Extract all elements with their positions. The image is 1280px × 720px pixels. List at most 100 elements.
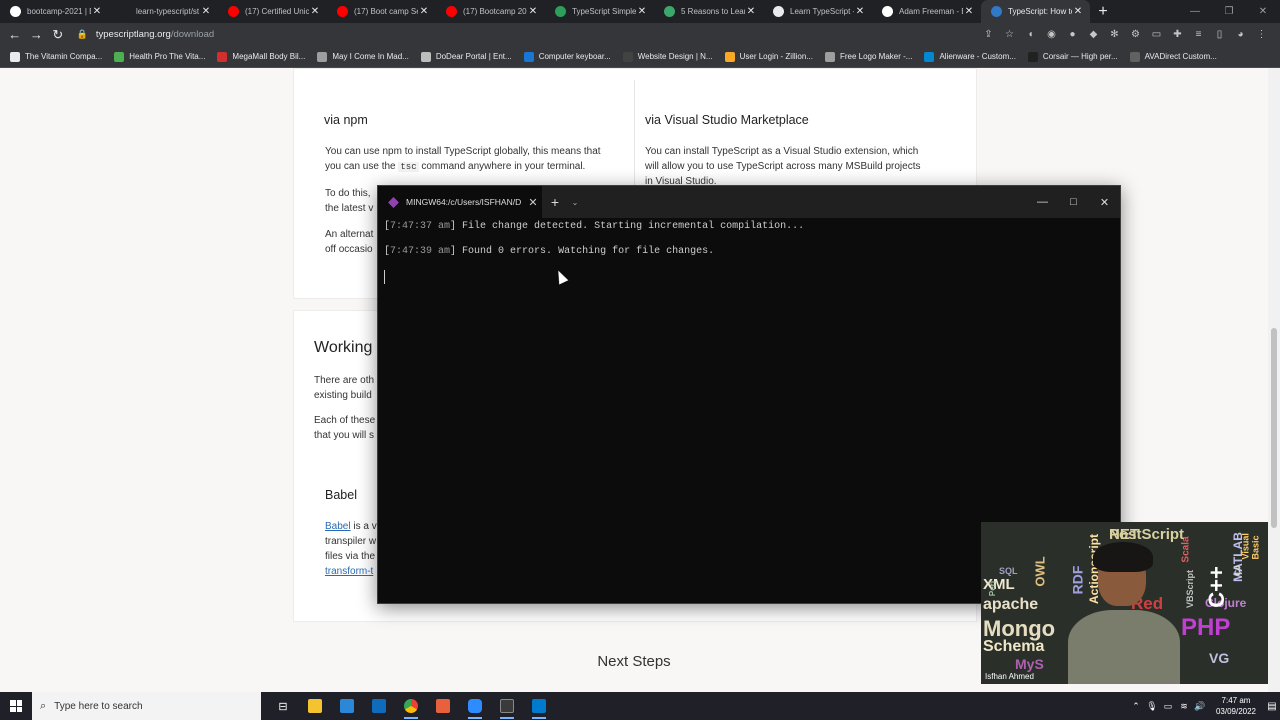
browser-tab[interactable]: (17) Bootcamp 20: ✕ bbox=[436, 0, 545, 23]
task-view-icon[interactable]: ⊟ bbox=[267, 692, 299, 720]
browser-tab[interactable]: Learn TypeScript - ✕ bbox=[763, 0, 872, 23]
npm-text-3: To do this, bbox=[325, 188, 371, 199]
working-text-1: There are oth bbox=[314, 375, 375, 386]
star-icon[interactable]: ☆ bbox=[999, 29, 1020, 40]
working-text-4: that you will s bbox=[314, 430, 375, 441]
notification-icon[interactable]: ▤ bbox=[1264, 701, 1280, 712]
share-icon[interactable]: ⇪ bbox=[978, 29, 999, 40]
camera-icon[interactable]: ◉ bbox=[1041, 29, 1062, 40]
close-tab-icon[interactable]: ✕ bbox=[418, 6, 430, 17]
url-host: typescriptlang.org bbox=[95, 29, 171, 40]
browser-tab[interactable]: Adam Freeman - E ✕ bbox=[872, 0, 981, 23]
bookmark-item[interactable]: The Vitamin Compa... bbox=[10, 51, 103, 62]
app-icon[interactable] bbox=[427, 692, 459, 720]
close-tab-icon[interactable]: ✕ bbox=[963, 6, 975, 17]
circle-icon[interactable]: ● bbox=[1062, 29, 1083, 40]
browser-tab[interactable]: TypeScript Simple ✕ bbox=[545, 0, 654, 23]
close-tab-icon[interactable]: ✕ bbox=[636, 6, 648, 17]
close-tab-icon[interactable]: ✕ bbox=[524, 196, 542, 209]
browser-tab[interactable]: learn-typescript/st ✕ bbox=[109, 0, 218, 23]
menu-icon[interactable]: ⋮ bbox=[1251, 29, 1272, 40]
bookmark-item[interactable]: MegaMall Body Bil... bbox=[217, 51, 305, 62]
bookmark-label: The Vitamin Compa... bbox=[25, 52, 103, 61]
tablet-icon[interactable]: ▭ bbox=[1146, 29, 1167, 40]
close-tab-icon[interactable]: ✕ bbox=[527, 6, 539, 17]
browser-tab[interactable]: bootcamp-2021 | E ✕ bbox=[0, 0, 109, 23]
terminal-tab[interactable]: MINGW64:/c/Users/ISFHAN/D ✕ bbox=[378, 186, 542, 218]
bookmark-label: DoDear Portal | Ent... bbox=[435, 52, 512, 61]
bookmark-item[interactable]: DoDear Portal | Ent... bbox=[420, 51, 512, 62]
new-terminal-tab-button[interactable]: + bbox=[542, 194, 568, 210]
bookmark-item[interactable]: Alienware - Custom... bbox=[924, 51, 1016, 62]
puzzle-icon[interactable]: ✚ bbox=[1167, 29, 1188, 40]
close-tab-icon[interactable]: ✕ bbox=[200, 6, 212, 17]
profile-badge-icon[interactable]: ◆ bbox=[1083, 29, 1104, 40]
page-scrollbar[interactable] bbox=[1268, 68, 1280, 692]
store-icon[interactable] bbox=[331, 692, 363, 720]
avatar[interactable]: ◕ bbox=[1230, 29, 1251, 40]
babel-text-2: transpiler w bbox=[325, 536, 377, 547]
close-tab-icon[interactable]: ✕ bbox=[309, 6, 321, 17]
close-tab-icon[interactable]: ✕ bbox=[91, 6, 103, 17]
file-explorer-icon[interactable] bbox=[299, 692, 331, 720]
vscode-icon[interactable] bbox=[523, 692, 555, 720]
back-icon[interactable]: ← bbox=[4, 27, 26, 42]
start-button[interactable] bbox=[0, 700, 32, 712]
presenter bbox=[1063, 540, 1183, 684]
browser-tab[interactable]: (17) Boot camp Se ✕ bbox=[327, 0, 436, 23]
battery-icon[interactable]: ▭ bbox=[1160, 701, 1176, 712]
bookmark-item[interactable]: Computer keyboar... bbox=[523, 51, 611, 62]
bookmarks-bar: The Vitamin Compa... Health Pro The Vita.… bbox=[0, 46, 1280, 68]
extension-icon[interactable]: ◖ bbox=[1020, 29, 1041, 40]
wordcloud-word: Schema bbox=[983, 638, 1045, 655]
reload-icon[interactable]: ↻ bbox=[47, 27, 69, 43]
bookmark-item[interactable]: Corsair — High per... bbox=[1027, 51, 1118, 62]
clock[interactable]: 7:47 am 03/09/2022 bbox=[1208, 695, 1264, 717]
bookmark-item[interactable]: May I Come In Mad... bbox=[317, 51, 409, 62]
browser-tab[interactable]: 5 Reasons to Lean ✕ bbox=[654, 0, 763, 23]
zoom-icon[interactable] bbox=[459, 692, 491, 720]
close-icon[interactable]: ✕ bbox=[1246, 6, 1280, 17]
browser-tab[interactable]: TypeScript: How to ✕ bbox=[981, 0, 1090, 23]
gear-icon[interactable]: ⚙ bbox=[1125, 29, 1146, 40]
scrollbar-thumb[interactable] bbox=[1271, 328, 1277, 528]
terminal-output[interactable]: [7:47:37 am] File change detected. Start… bbox=[378, 218, 1120, 284]
bookmark-label: AVADirect Custom... bbox=[1144, 52, 1217, 61]
wifi-icon[interactable]: ≋ bbox=[1176, 701, 1192, 712]
babel-text-1: is a v bbox=[350, 521, 377, 532]
mail-icon[interactable] bbox=[363, 692, 395, 720]
browser-tab-label: 5 Reasons to Lean bbox=[681, 7, 745, 16]
bookmark-item[interactable]: User Login - Zillion... bbox=[724, 51, 813, 62]
terminal-cursor bbox=[384, 270, 385, 284]
terminal-maximize-icon[interactable]: □ bbox=[1058, 196, 1089, 209]
chevron-down-icon[interactable]: ⌄ bbox=[568, 198, 582, 207]
terminal-close-icon[interactable]: ✕ bbox=[1089, 196, 1120, 209]
volume-icon[interactable]: 🔊 bbox=[1192, 701, 1208, 712]
address-bar[interactable]: 🔒 typescriptlang.org/download bbox=[77, 25, 978, 44]
microphone-icon[interactable]: 🎙 bbox=[1144, 701, 1160, 712]
babel-heading: Babel bbox=[325, 488, 357, 502]
browser-tab-label: (17) Boot camp Se bbox=[354, 7, 418, 16]
close-tab-icon[interactable]: ✕ bbox=[745, 6, 757, 17]
forward-icon[interactable]: → bbox=[26, 27, 48, 42]
sidebar-icon[interactable]: ▯ bbox=[1209, 29, 1230, 40]
react-icon[interactable]: ✻ bbox=[1104, 29, 1125, 40]
transform-link[interactable]: transform-t bbox=[325, 564, 377, 579]
chrome-icon[interactable] bbox=[395, 692, 427, 720]
bookmark-item[interactable]: Health Pro The Vita... bbox=[114, 51, 205, 62]
close-tab-icon[interactable]: ✕ bbox=[1072, 6, 1084, 17]
taskbar-search[interactable]: ⌕ Type here to search bbox=[32, 692, 261, 720]
bookmark-item[interactable]: Free Logo Maker -... bbox=[824, 51, 912, 62]
bookmark-item[interactable]: Website Design | N... bbox=[622, 51, 713, 62]
minimize-icon[interactable]: — bbox=[1178, 6, 1212, 17]
close-tab-icon[interactable]: ✕ bbox=[854, 6, 866, 17]
babel-link[interactable]: Babel bbox=[325, 521, 351, 532]
browser-tab[interactable]: (17) Certified Unic ✕ bbox=[218, 0, 327, 23]
terminal-minimize-icon[interactable]: — bbox=[1027, 196, 1058, 209]
bookmark-item[interactable]: AVADirect Custom... bbox=[1129, 51, 1217, 62]
maximize-icon[interactable]: ❐ bbox=[1212, 6, 1246, 17]
media-icon[interactable]: ≡ bbox=[1188, 29, 1209, 40]
terminal-icon[interactable] bbox=[491, 692, 523, 720]
new-tab-button[interactable]: + bbox=[1090, 3, 1116, 21]
chevron-up-icon[interactable]: ⌃ bbox=[1128, 701, 1144, 712]
